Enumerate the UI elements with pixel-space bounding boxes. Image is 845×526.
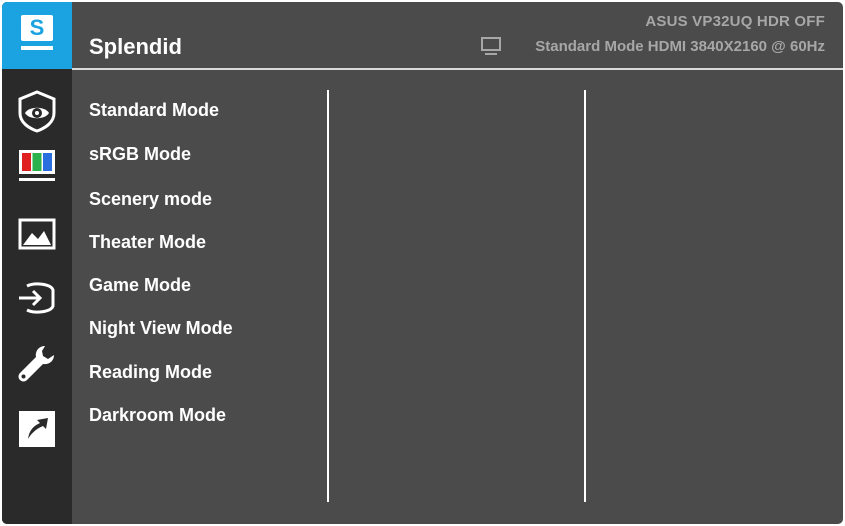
sidebar: S — [2, 2, 72, 524]
wrench-icon[interactable] — [15, 342, 59, 386]
menu-item-srgb-mode[interactable]: sRGB Mode — [89, 144, 191, 165]
monitor-icon — [481, 37, 501, 55]
menu-item-theater-mode[interactable]: Theater Mode — [89, 232, 206, 253]
input-select-icon[interactable] — [15, 276, 59, 320]
header-divider — [72, 68, 843, 70]
eye-care-icon[interactable] — [15, 89, 59, 133]
column-divider-2 — [584, 90, 586, 502]
shortcut-icon[interactable] — [15, 407, 59, 451]
osd-panel: S Splendid ASUS VP32UQ HDR OFF Standard … — [2, 2, 843, 524]
menu-item-darkroom-mode[interactable]: Darkroom Mode — [89, 405, 226, 426]
menu-item-standard-mode[interactable]: Standard Mode — [89, 100, 219, 121]
menu-item-scenery-mode[interactable]: Scenery mode — [89, 189, 212, 210]
page-title: Splendid — [89, 34, 182, 59]
menu-item-night-view-mode[interactable]: Night View Mode — [89, 318, 233, 339]
input-status: Standard Mode HDMI 3840X2160 @ 60Hz — [535, 38, 825, 55]
splendid-tab[interactable]: S — [2, 2, 72, 69]
model-info: ASUS VP32UQ HDR OFF — [645, 13, 825, 30]
menu-item-reading-mode[interactable]: Reading Mode — [89, 362, 212, 383]
menu-item-game-mode[interactable]: Game Mode — [89, 275, 191, 296]
column-divider-1 — [327, 90, 329, 502]
logo-underline — [21, 46, 53, 50]
image-icon[interactable] — [15, 212, 59, 256]
color-bars-icon[interactable] — [15, 146, 59, 190]
splendid-logo-icon: S — [21, 15, 53, 41]
